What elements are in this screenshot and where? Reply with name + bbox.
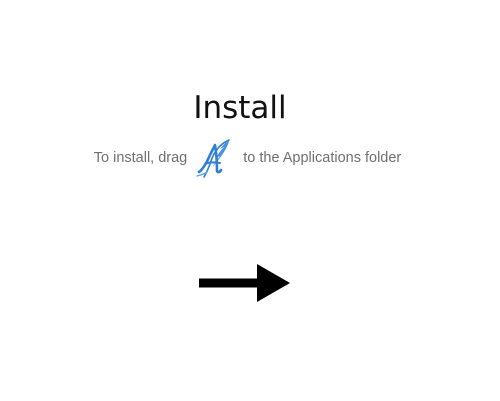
instruction-suffix: to the Applications folder — [243, 150, 402, 166]
quill-letter-a-app-icon[interactable] — [193, 137, 237, 181]
page-title: Install — [193, 90, 287, 126]
instruction-prefix: To install, drag — [93, 150, 188, 166]
installer-window: Install To install, drag to the Applicat… — [0, 0, 500, 401]
right-arrow-icon — [199, 264, 290, 302]
install-instruction: To install, drag to the Applications fol… — [0, 136, 495, 180]
